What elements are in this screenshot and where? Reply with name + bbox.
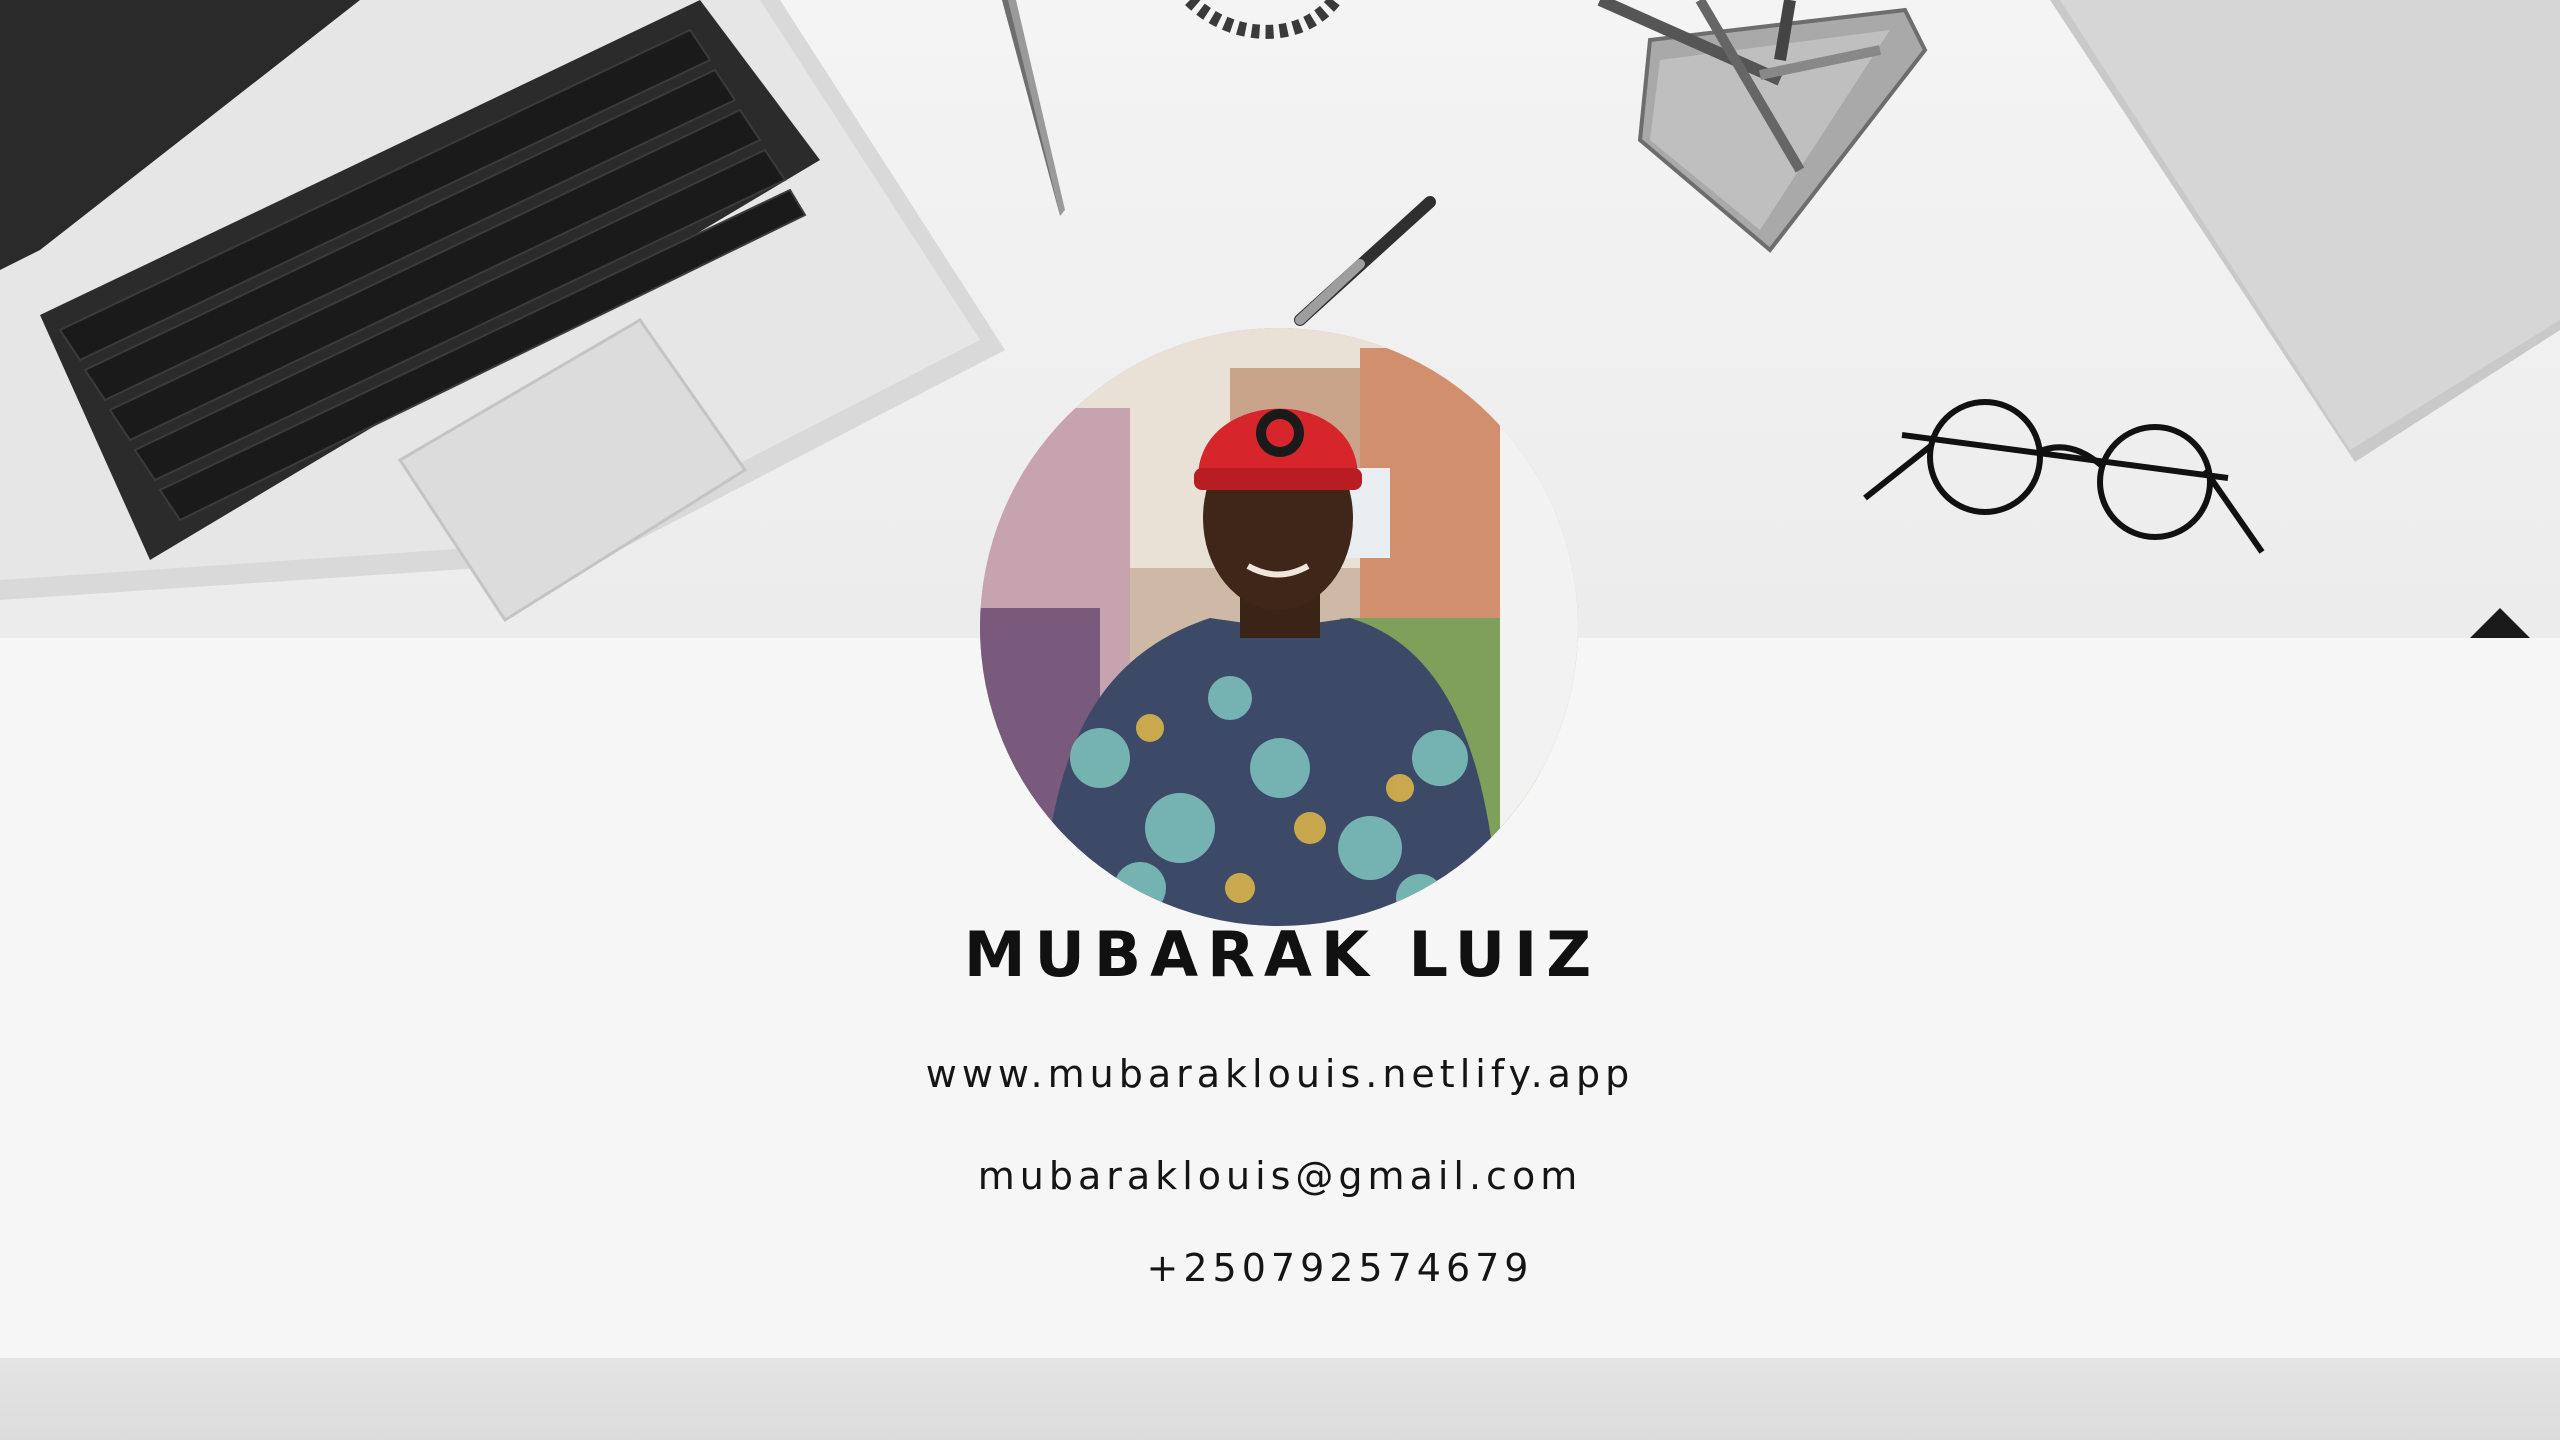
profile-name: MUBARAK LUIZ	[963, 918, 1601, 991]
laptop-icon	[0, 0, 1005, 623]
website-link[interactable]: www.mubaraklouis.netlify.app	[0, 1052, 2560, 1096]
business-card-page: MUBARAK LUIZ www.mubaraklouis.netlify.ap…	[0, 0, 2560, 1440]
email-link[interactable]: mubaraklouis@gmail.com	[0, 1154, 2560, 1198]
phone-number[interactable]: +250792574679	[60, 1246, 2560, 1290]
pen-holder-icon	[1597, 0, 1928, 253]
avatar	[980, 328, 1578, 926]
footer-band	[0, 1358, 2560, 1440]
pen-icon	[1294, 196, 1436, 326]
pen-icon	[1002, 0, 1065, 216]
glasses-icon	[1863, 399, 2265, 554]
